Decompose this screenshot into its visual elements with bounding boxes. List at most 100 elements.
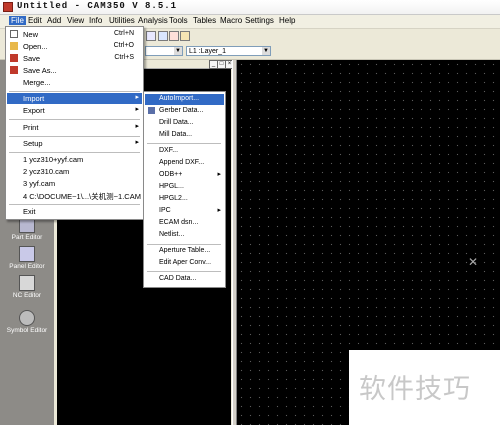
submenu-item-drill[interactable]: Drill Data... [145, 118, 224, 129]
menu-item-new[interactable]: New Ctrl+N [7, 29, 142, 40]
chevron-right-icon: ▸ [217, 207, 221, 214]
menu-edit[interactable]: Edit [28, 16, 42, 25]
menu-item-recent-2[interactable]: 2 ycz310.cam [7, 166, 142, 177]
palette-icon[interactable] [180, 31, 190, 41]
submenu-item-mill[interactable]: Mill Data... [145, 130, 224, 141]
nc-editor-tool[interactable]: NC Editor [0, 275, 54, 299]
submenu-item-odb[interactable]: ODB++ ▸ [145, 170, 224, 181]
menu-file[interactable]: File [9, 16, 26, 25]
layers-icon[interactable] [158, 31, 168, 41]
submenu-item-hpgl[interactable]: HPGL... [145, 182, 224, 193]
menu-separator [9, 119, 140, 120]
menu-item-save-shortcut: Ctrl+S [114, 54, 134, 61]
submenu-item-append-dxf[interactable]: Append DXF... [145, 158, 224, 169]
part-editor-tool[interactable]: Part Editor [0, 217, 54, 241]
menu-tools[interactable]: Tools [169, 16, 188, 25]
layer-type-combo[interactable]: ▼ [145, 46, 183, 56]
menu-item-merge-label: Merge... [23, 78, 51, 87]
submenu-item-label: ECAM dsn... [159, 219, 199, 226]
recent-file-label: 4 C:\DOCUME~1\...\关机测~1.CAM [23, 192, 141, 201]
menu-item-print-label: Print [23, 123, 39, 132]
menu-tables[interactable]: Tables [193, 16, 216, 25]
chevron-right-icon: ▸ [135, 106, 139, 113]
submenu-item-label: Gerber Data... [159, 107, 204, 114]
menu-item-exit[interactable]: Exit [7, 206, 142, 217]
submenu-item-cad[interactable]: CAD Data... [145, 274, 224, 285]
symbol-editor-label: Symbol Editor [6, 327, 48, 334]
menu-item-import[interactable]: Import ▸ [7, 93, 142, 104]
nc-editor-label: NC Editor [12, 292, 42, 299]
menu-item-recent-3[interactable]: 3 yyf.cam [7, 178, 142, 189]
menu-item-recent-1[interactable]: 1 ycz310+yyf.cam [7, 154, 142, 165]
submenu-item-gerber[interactable]: Gerber Data... [145, 106, 224, 117]
watermark: 软件技巧 [349, 350, 500, 425]
menu-item-open[interactable]: Open... Ctrl+O [7, 41, 142, 52]
submenu-item-label: Edit Aper Conv... [159, 259, 212, 266]
menu-item-export[interactable]: Export ▸ [7, 105, 142, 116]
menu-analysis[interactable]: Analysis [138, 16, 168, 25]
submenu-item-label: Netlist... [159, 231, 185, 238]
menu-item-open-shortcut: Ctrl+O [113, 42, 134, 49]
menu-item-new-shortcut: Ctrl+N [113, 30, 134, 37]
submenu-item-dxf[interactable]: DXF... [145, 146, 224, 157]
menu-info[interactable]: Info [89, 16, 102, 25]
submenu-item-ecam[interactable]: ECAM dsn... [145, 218, 224, 229]
submenu-item-aperture[interactable]: Aperture Table... [145, 246, 224, 257]
color-icon[interactable] [169, 31, 179, 41]
menu-item-save-as[interactable]: Save As... [7, 65, 142, 76]
menu-separator [9, 204, 140, 205]
layer-select-combo[interactable]: L1 :Layer_1 ▼ [186, 46, 271, 56]
menu-item-setup[interactable]: Setup ▸ [7, 138, 142, 149]
submenu-item-label: Drill Data... [159, 119, 194, 126]
menu-item-import-label: Import [23, 94, 45, 103]
open-folder-icon [10, 42, 18, 50]
menu-item-setup-label: Setup [23, 139, 43, 148]
app-icon [3, 2, 13, 12]
import-submenu: AutoImport... Gerber Data... Drill Data.… [143, 91, 226, 288]
menu-item-recent-4[interactable]: 4 C:\DOCUME~1\...\关机测~1.CAM [7, 190, 142, 201]
watermark-text: 软件技巧 [359, 374, 471, 405]
menu-item-merge[interactable]: Merge... [7, 77, 142, 88]
submenu-item-netlist[interactable]: Netlist... [145, 230, 224, 241]
title-bar: Untitled - CAM350 V 8.5.1 [0, 0, 500, 15]
menu-separator [9, 91, 140, 92]
menu-separator [147, 244, 221, 245]
grid-icon[interactable] [146, 31, 156, 41]
menu-settings[interactable]: Settings [245, 16, 274, 25]
symbol-editor-tool[interactable]: Symbol Editor [0, 310, 54, 334]
part-editor-label: Part Editor [11, 234, 43, 241]
menu-view[interactable]: View [67, 16, 84, 25]
submenu-item-ipc[interactable]: IPC ▸ [145, 206, 224, 217]
menu-item-save[interactable]: Save Ctrl+S [7, 53, 142, 64]
menu-separator [147, 143, 221, 144]
menu-help[interactable]: Help [279, 16, 295, 25]
save-as-icon [10, 66, 18, 74]
menu-item-open-label: Open... [23, 42, 48, 51]
menu-utilities[interactable]: Utilities [109, 16, 135, 25]
recent-file-label: 3 yyf.cam [23, 179, 56, 188]
chevron-right-icon: ▸ [135, 139, 139, 146]
new-file-icon [10, 30, 18, 38]
file-menu: New Ctrl+N Open... Ctrl+O Save Ctrl+S Sa… [5, 26, 144, 220]
menu-add[interactable]: Add [47, 16, 61, 25]
menu-item-print[interactable]: Print ▸ [7, 122, 142, 133]
menu-separator [9, 152, 140, 153]
submenu-item-hpgl2[interactable]: HPGL2... [145, 194, 224, 205]
panel-editor-tool[interactable]: Panel Editor [0, 246, 54, 270]
menu-item-new-label: New [23, 30, 39, 39]
menu-item-save-label: Save [23, 54, 41, 63]
layer-select-value: L1 :Layer_1 [189, 48, 226, 55]
chevron-down-icon: ▼ [174, 47, 182, 55]
submenu-item-label: DXF... [159, 147, 179, 154]
submenu-item-autoimport[interactable]: AutoImport... [145, 94, 224, 105]
menu-macro[interactable]: Macro [220, 16, 242, 25]
recent-file-label: 1 ycz310+yyf.cam [23, 155, 84, 164]
save-disk-icon [10, 54, 18, 62]
chevron-right-icon: ▸ [135, 123, 139, 130]
panel-editor-label: Panel Editor [9, 263, 45, 270]
submenu-item-edit-aper[interactable]: Edit Aper Conv... [145, 258, 224, 269]
chevron-right-icon: ▸ [217, 171, 221, 178]
submenu-item-label: Aperture Table... [159, 247, 211, 254]
menu-item-save-as-label: Save As... [23, 66, 57, 75]
nc-editor-icon [19, 275, 35, 291]
